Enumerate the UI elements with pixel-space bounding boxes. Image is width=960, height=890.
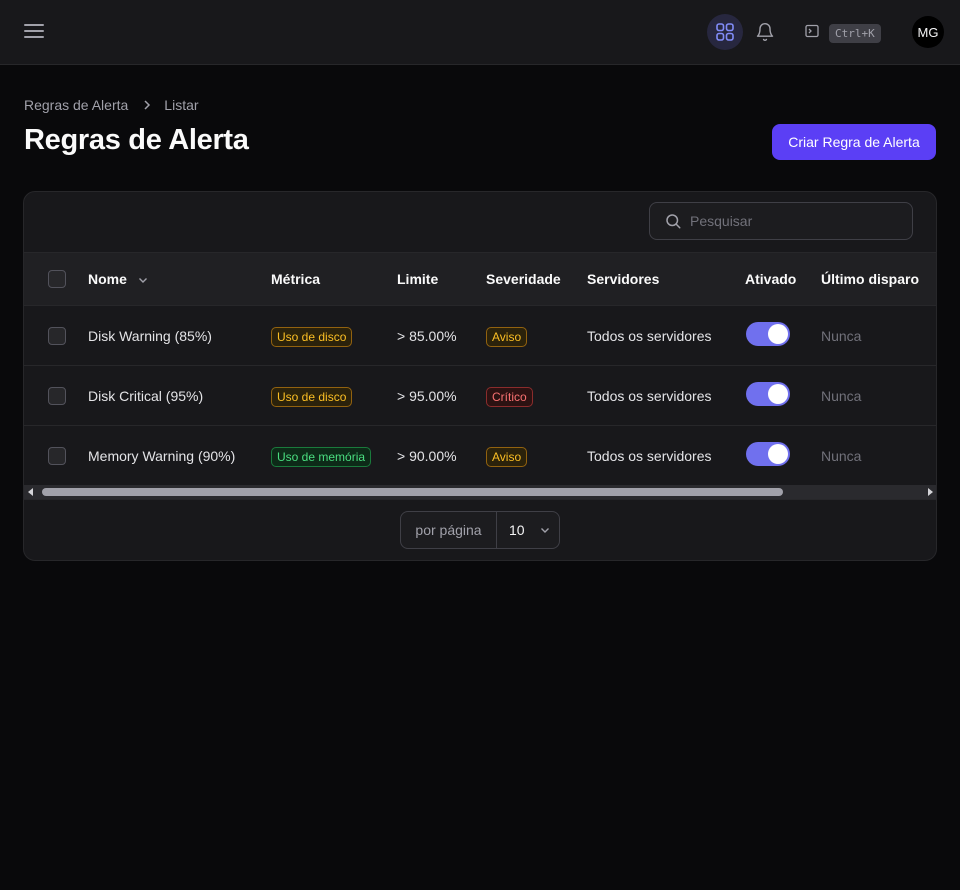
severity-badge: Crítico [486, 387, 533, 408]
scroll-left-icon[interactable] [28, 488, 33, 496]
breadcrumb-item-list: Listar [164, 97, 199, 113]
grid-icon [716, 23, 734, 41]
scroll-right-icon[interactable] [928, 488, 933, 496]
enabled-toggle[interactable] [746, 442, 790, 466]
severity-badge: Aviso [486, 447, 528, 468]
bell-icon [756, 23, 774, 42]
last-triggered: Nunca [821, 388, 862, 404]
severity-badge: Aviso [486, 327, 528, 348]
topbar: Ctrl+K MG [0, 0, 960, 65]
column-header-last-triggered: Último disparo [821, 271, 920, 287]
apps-button[interactable] [707, 14, 743, 50]
alert-rules-table-card: Nome Métrica Limite Severidade Servidore… [23, 191, 937, 561]
select-all-checkbox[interactable] [48, 270, 66, 288]
metric-badge: Uso de memória [271, 447, 372, 468]
search-input[interactable] [690, 213, 900, 229]
command-shortcut[interactable]: Ctrl+K [829, 24, 881, 43]
table-row[interactable]: Memory Warning (90%) Uso de memória > 90… [24, 426, 936, 486]
rule-servers: Todos os servidores [587, 388, 712, 404]
page-title: Regras de Alerta [24, 124, 249, 156]
column-header-metric: Métrica [271, 271, 321, 287]
horizontal-scrollbar[interactable] [24, 485, 936, 499]
enabled-toggle[interactable] [746, 382, 790, 406]
search-icon [666, 214, 681, 229]
notifications-button[interactable] [753, 20, 777, 44]
chevron-down-icon [540, 528, 549, 533]
breadcrumb: Regras de Alerta Listar [24, 97, 199, 113]
rule-servers: Todos os servidores [587, 328, 712, 344]
chevron-right-icon [142, 99, 152, 111]
avatar[interactable]: MG [912, 16, 944, 48]
metric-badge: Uso de disco [271, 327, 353, 348]
rule-name[interactable]: Disk Critical (95%) [88, 366, 203, 426]
last-triggered: Nunca [821, 328, 862, 344]
rule-limit: > 85.00% [397, 328, 457, 344]
column-header-enabled: Ativado [745, 271, 797, 287]
rule-name[interactable]: Memory Warning (90%) [88, 426, 235, 486]
per-page-label: por página [401, 512, 497, 548]
last-triggered: Nunca [821, 448, 862, 464]
breadcrumb-item-rules[interactable]: Regras de Alerta [24, 97, 128, 113]
enabled-toggle[interactable] [746, 322, 790, 346]
rule-servers: Todos os servidores [587, 448, 712, 464]
hamburger-icon[interactable] [24, 24, 44, 40]
row-checkbox[interactable] [48, 387, 66, 405]
table-row[interactable]: Disk Critical (95%) Uso de disco > 95.00… [24, 366, 936, 426]
row-checkbox[interactable] [48, 327, 66, 345]
search-box [649, 202, 913, 240]
rule-limit: > 95.00% [397, 388, 457, 404]
column-header-name[interactable]: Nome [88, 253, 149, 305]
terminal-icon[interactable] [805, 24, 819, 38]
table: Nome Métrica Limite Severidade Servidore… [24, 252, 936, 486]
table-header: Nome Métrica Limite Severidade Servidore… [24, 252, 936, 306]
table-footer: por página 10 [24, 499, 936, 560]
create-alert-rule-button[interactable]: Criar Regra de Alerta [772, 124, 936, 160]
column-header-severity: Severidade [486, 271, 561, 287]
per-page-dropdown[interactable]: 10 [497, 512, 559, 548]
column-header-servers: Servidores [587, 271, 660, 287]
rule-name[interactable]: Disk Warning (85%) [88, 306, 212, 366]
rule-limit: > 90.00% [397, 448, 457, 464]
scrollbar-thumb[interactable] [42, 488, 783, 496]
column-header-limit: Limite [397, 271, 439, 287]
row-checkbox[interactable] [48, 447, 66, 465]
metric-badge: Uso de disco [271, 387, 353, 408]
per-page-select[interactable]: por página 10 [400, 511, 560, 549]
per-page-value: 10 [509, 522, 525, 538]
table-row[interactable]: Disk Warning (85%) Uso de disco > 85.00%… [24, 306, 936, 366]
chevron-down-icon [138, 278, 147, 284]
